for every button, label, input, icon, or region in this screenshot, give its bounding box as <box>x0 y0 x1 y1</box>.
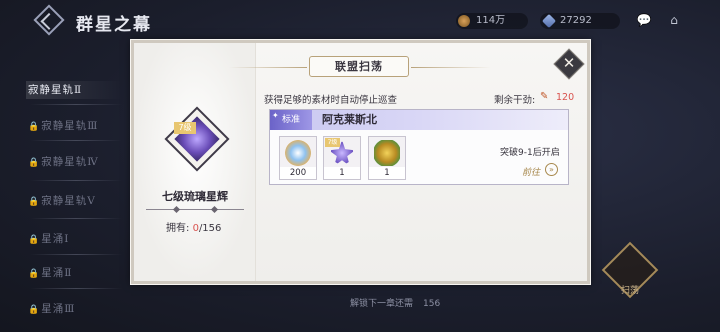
chat-icon[interactable]: 💬 <box>636 13 652 27</box>
unlock-condition: 突破9-1后开启 <box>500 148 560 158</box>
hint-count: 156 <box>423 299 441 309</box>
lock-icon: 🔒 <box>28 305 41 315</box>
star-shard-icon <box>285 140 311 166</box>
stage-tag: 标准 <box>270 106 312 130</box>
crystal-value: 27292 <box>560 15 592 26</box>
owned-count: 拥有: 0/156 <box>166 219 221 234</box>
reward-count: 1 <box>324 167 360 179</box>
home-icon[interactable]: ⌂ <box>666 13 682 27</box>
item-panel: 7级 七级琉璃星辉 拥有: 0/156 <box>134 43 256 281</box>
lock-icon: 🔒 <box>28 158 41 168</box>
crystal-counter: 27292 <box>540 13 620 29</box>
crystal-icon <box>541 13 557 29</box>
stamina-label: 剩余干劲: <box>494 95 536 106</box>
divider <box>30 254 122 255</box>
coin-counter: 114万 <box>456 13 528 29</box>
sidebar-item-silent-orbit-2[interactable]: 寂静星轨Ⅱ <box>26 81 128 99</box>
gift-bundle-icon <box>374 140 400 166</box>
reward-item[interactable]: 1 <box>368 136 406 180</box>
header-ornament-left <box>229 67 307 68</box>
reward-count: 1 <box>369 167 405 179</box>
stamina-value: 120 <box>556 92 575 103</box>
item-level-badge: 7级 <box>174 122 196 134</box>
divider <box>30 104 122 105</box>
lock-icon: 🔒 <box>28 269 41 279</box>
back-icon[interactable] <box>33 4 65 36</box>
header-ornament-right <box>411 67 491 68</box>
alliance-sweep-modal: 7级 七级琉璃星辉 拥有: 0/156 获得足够的素材时自动停止巡查 剩余干劲:… <box>131 40 590 284</box>
divider <box>30 288 122 289</box>
chapter-unlock-hint: 解锁下一章还需 156 <box>350 296 440 309</box>
chevron-right-icon[interactable]: » <box>545 163 558 176</box>
reward-level-badge: 7级 <box>325 138 340 147</box>
divider <box>30 218 122 219</box>
stage-card: 标准 阿克莱斯北 200 7级 1 1 突破9-1后开启 前往 » <box>269 106 569 185</box>
coin-value: 114万 <box>476 15 506 26</box>
page-title: 群星之幕 <box>76 15 152 35</box>
stage-header: 标准 阿克莱斯北 <box>270 106 568 130</box>
top-bar: 群星之幕 114万 27292 💬 ⌂ <box>0 0 720 42</box>
sidebar-item-silent-orbit-5[interactable]: 🔒寂静星轨Ⅴ <box>28 192 128 210</box>
stage-name: 阿克莱斯北 <box>322 113 377 126</box>
lock-icon: 🔒 <box>28 235 41 245</box>
sidebar-item-silent-orbit-4[interactable]: 🔒寂静星轨Ⅳ <box>28 153 128 171</box>
sidebar-item-star-surge-2[interactable]: 🔒星涌Ⅱ <box>28 264 128 282</box>
owned-total: /156 <box>198 223 222 234</box>
stamina-icon: ✎ <box>540 91 549 102</box>
sweep-panel: 获得足够的素材时自动停止巡查 剩余干劲: ✎ 120 标准 阿克莱斯北 200 … <box>256 43 587 281</box>
divider <box>146 209 244 210</box>
item-name: 七级琉璃星辉 <box>162 190 228 203</box>
goto-button[interactable]: 前往 <box>522 165 540 178</box>
reward-count: 200 <box>280 167 316 179</box>
divider <box>30 180 122 181</box>
divider <box>30 140 122 141</box>
reward-item[interactable]: 200 <box>279 136 317 180</box>
auto-stop-notice: 获得足够的素材时自动停止巡查 <box>264 95 398 106</box>
coin-icon <box>458 15 470 27</box>
owned-label: 拥有: <box>166 223 190 234</box>
modal-title: 联盟扫荡 <box>309 56 409 77</box>
lock-icon: 🔒 <box>28 197 41 207</box>
sidebar-item-star-surge-3[interactable]: 🔒星涌Ⅲ <box>28 300 128 318</box>
close-icon[interactable]: ✕ <box>558 52 580 74</box>
sidebar-item-silent-orbit-3[interactable]: 🔒寂静星轨Ⅲ <box>28 117 128 135</box>
reward-item[interactable]: 7级 1 <box>323 136 361 180</box>
lock-icon: 🔒 <box>28 122 41 132</box>
hint-text: 解锁下一章还需 <box>350 299 414 309</box>
sidebar-item-star-surge-1[interactable]: 🔒星涌Ⅰ <box>28 230 128 248</box>
item-frame <box>164 106 230 172</box>
sweep-button-label: 扫荡 <box>620 286 639 296</box>
